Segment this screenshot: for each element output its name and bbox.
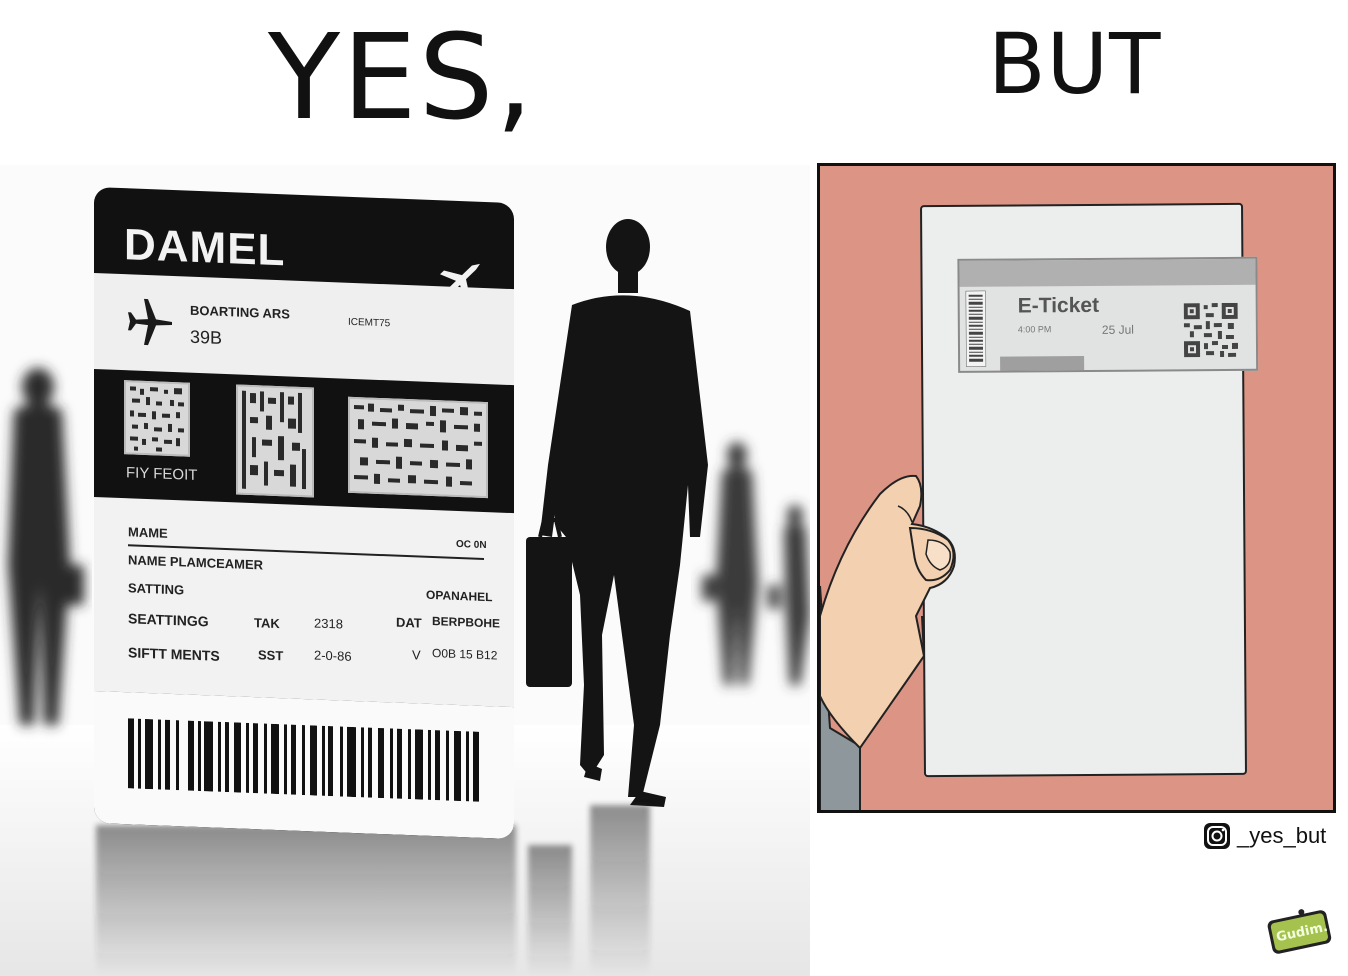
passenger-details: MAME OC 0N NAME PLAMCEAMER SATTING OPANA…	[94, 497, 514, 708]
detail-row-5-col5: O0B 15 B12	[432, 645, 498, 663]
left-panel: DAMEL BOARTING ARS 39B ICEMT75 FIY FEOIT…	[0, 165, 810, 976]
boarding-pass: DAMEL BOARTING ARS 39B ICEMT75 FIY FEOIT…	[94, 187, 514, 840]
detail-row-5-col2: SST	[258, 647, 284, 664]
credit: _yes_but	[1203, 822, 1326, 850]
right-panel: E-Ticket 4:00 PM 25 Jul	[817, 163, 1336, 813]
detail-row-2-label: NAME PLAMCEAMER	[128, 552, 264, 573]
qr-code-icon	[124, 380, 190, 457]
qr-code-icon	[1183, 302, 1239, 358]
detail-row-4-col2: TAK	[254, 615, 280, 632]
credit-handle: _yes_but	[1237, 823, 1327, 848]
detail-row-1-label: MAME	[128, 524, 168, 541]
eticket-date: 25 Jul	[1101, 322, 1134, 337]
detail-row-1-value: OC 0N	[456, 538, 487, 552]
detail-row-4-col5: BERPBOHE	[432, 613, 501, 631]
qr-caption: FIY FEOIT	[126, 464, 198, 484]
barcode-icon	[965, 290, 987, 367]
eticket-time: 4:00 PM	[1017, 324, 1052, 335]
barcode-icon	[128, 718, 479, 802]
hand-holding-paper	[820, 474, 956, 810]
eticket-header-bar	[959, 258, 1256, 287]
boarding-label: BOARTING ARS	[190, 302, 290, 322]
airline-name: DAMEL	[124, 220, 286, 276]
detail-row-3-label: SATTING	[128, 580, 185, 598]
detail-row-3-value: OPANAHEL	[426, 587, 493, 605]
detail-row-4-label: SEATTINGG	[128, 610, 209, 630]
detail-row-4-col3: 2318	[314, 615, 343, 632]
but-heading: BUT	[988, 15, 1162, 113]
boarding-info-band: BOARTING ARS 39B ICEMT75	[94, 273, 514, 386]
detail-row-5-col4: V	[412, 647, 421, 663]
qr-code-icon	[348, 396, 488, 499]
instagram-icon	[1204, 823, 1230, 849]
airplane-icon	[128, 298, 172, 346]
detail-row-5-col3: 2-0-86	[314, 647, 352, 664]
code-label: ICEMT75	[348, 316, 391, 330]
eticket-title: E-Ticket	[1017, 293, 1100, 318]
qr-code-icon	[236, 384, 314, 498]
eticket-strip: E-Ticket 4:00 PM 25 Jul	[957, 256, 1259, 373]
detail-row-4-col4: DAT	[396, 614, 422, 631]
detail-row-5-label: SIFTT MENTS	[128, 644, 220, 664]
eticket-progress-bar	[1000, 355, 1085, 371]
yes-heading: YES,	[268, 8, 536, 146]
boarding-value: 39B	[190, 326, 223, 348]
